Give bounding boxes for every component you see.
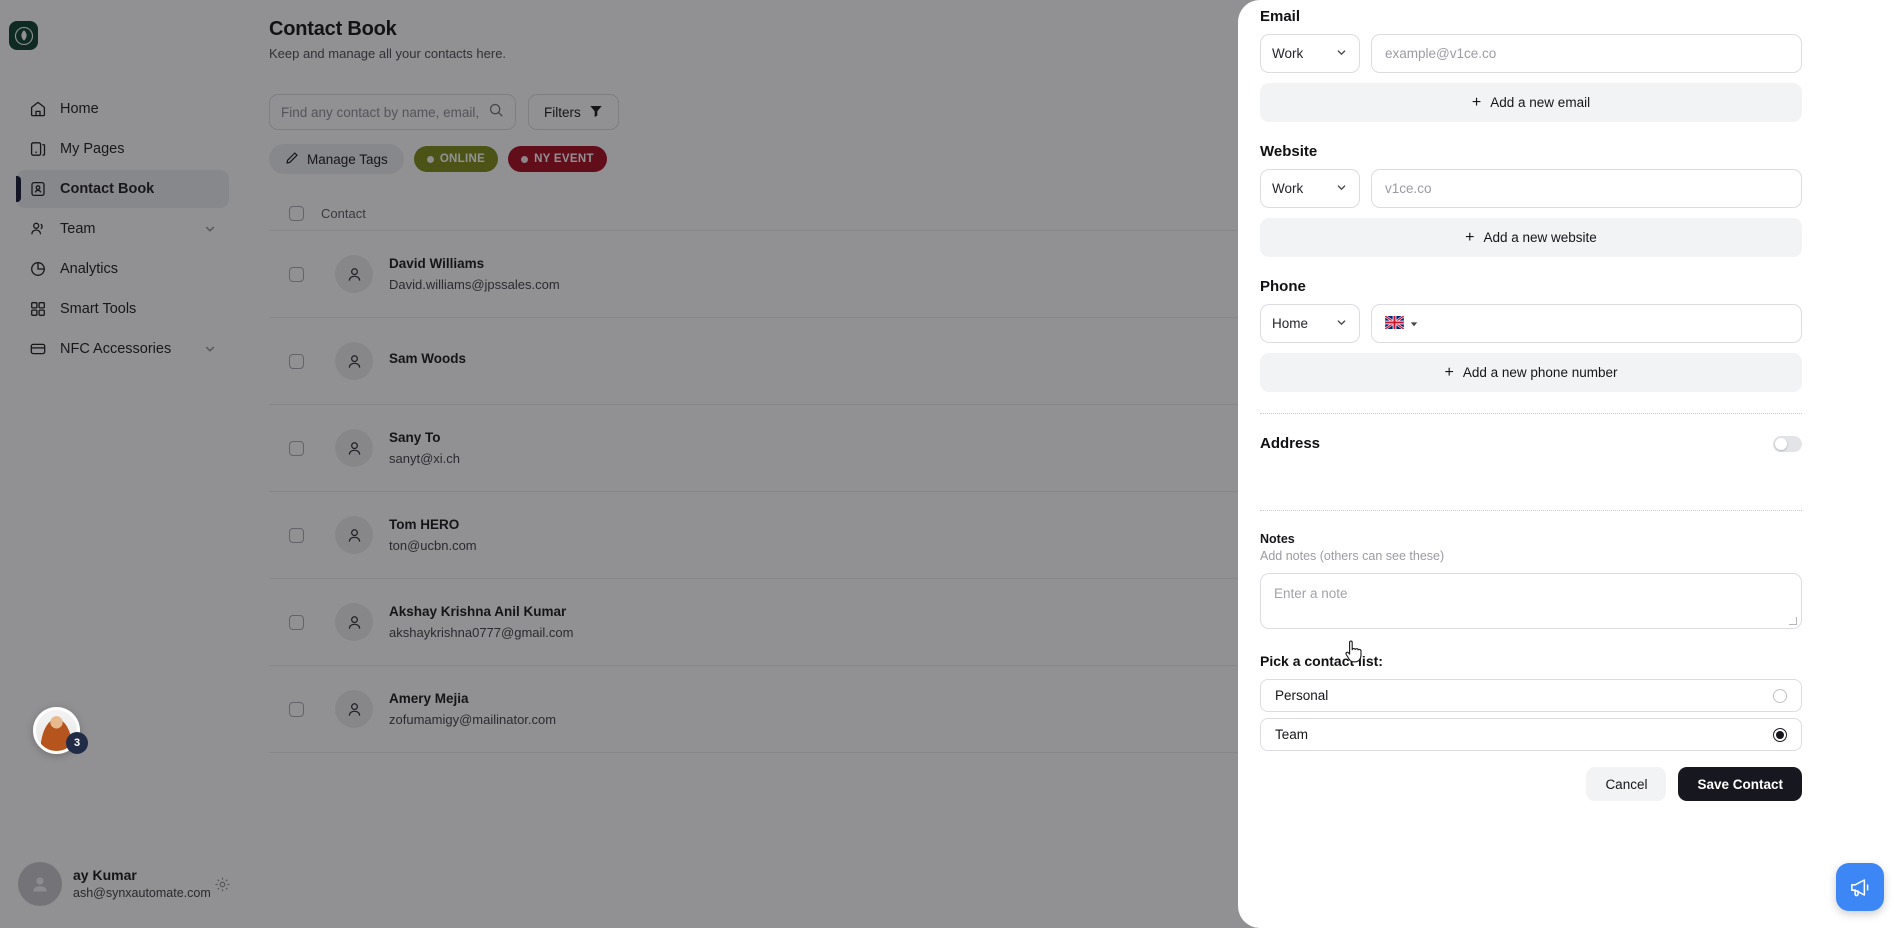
megaphone-icon[interactable] xyxy=(1836,863,1884,911)
add-new-website-button[interactable]: + Add a new website xyxy=(1260,218,1802,257)
add-new-phone-button[interactable]: + Add a new phone number xyxy=(1260,353,1802,392)
plus-icon: + xyxy=(1465,228,1475,246)
add-new-email-button[interactable]: + Add a new email xyxy=(1260,83,1802,122)
notification-badge[interactable]: 3 xyxy=(66,732,88,754)
add-contact-panel: Email Work example@v1ce.co + Add a new e… xyxy=(1238,0,1902,928)
phone-input[interactable] xyxy=(1371,304,1802,343)
caret-down-icon[interactable] xyxy=(1410,316,1418,331)
cancel-label: Cancel xyxy=(1605,776,1648,792)
notes-help-text: Add notes (others can see these) xyxy=(1260,549,1445,563)
website-field-row: Work v1ce.co xyxy=(1260,169,1802,208)
phone-field-row: Home xyxy=(1260,304,1802,343)
add-new-phone-label: Add a new phone number xyxy=(1462,365,1618,380)
website-type-value: Work xyxy=(1272,181,1304,196)
chevron-down-icon xyxy=(1335,181,1348,197)
add-new-email-label: Add a new email xyxy=(1490,95,1591,110)
notes-placeholder: Enter a note xyxy=(1274,586,1348,601)
email-type-value: Work xyxy=(1272,46,1304,61)
website-type-select[interactable]: Work xyxy=(1260,169,1360,208)
address-toggle[interactable] xyxy=(1773,435,1802,452)
website-input[interactable]: v1ce.co xyxy=(1371,169,1802,208)
address-section-label: Address xyxy=(1260,435,1321,452)
add-new-website-label: Add a new website xyxy=(1483,230,1597,245)
contact-list-label: Pick a contact list: xyxy=(1260,653,1383,669)
email-input[interactable]: example@v1ce.co xyxy=(1371,34,1802,73)
resize-handle-icon[interactable] xyxy=(1789,617,1797,625)
plus-icon: + xyxy=(1444,363,1454,381)
email-section-label: Email xyxy=(1260,8,1301,25)
gb-flag-icon[interactable] xyxy=(1384,314,1405,332)
address-section: Address xyxy=(1260,435,1802,452)
contact-list-option-personal[interactable]: Personal xyxy=(1260,679,1802,712)
contact-list-option-label: Personal xyxy=(1275,688,1329,703)
divider xyxy=(1260,413,1802,414)
email-field-row: Work example@v1ce.co xyxy=(1260,34,1802,73)
contact-list-option-label: Team xyxy=(1275,727,1309,742)
radio-button[interactable] xyxy=(1773,727,1787,742)
phone-type-value: Home xyxy=(1272,316,1309,331)
chevron-down-icon xyxy=(1335,316,1348,332)
email-placeholder: example@v1ce.co xyxy=(1385,46,1497,61)
panel-actions: Cancel Save Contact xyxy=(1260,767,1802,801)
website-placeholder: v1ce.co xyxy=(1385,181,1432,196)
contact-list-option-team[interactable]: Team xyxy=(1260,718,1802,751)
cancel-button[interactable]: Cancel xyxy=(1586,767,1667,801)
app-root: Home My Pages Contact Book Team Analytic… xyxy=(0,0,1902,928)
plus-icon: + xyxy=(1471,93,1482,111)
notes-label: Notes xyxy=(1260,532,1295,546)
email-type-select[interactable]: Work xyxy=(1260,34,1360,73)
notes-textarea[interactable]: Enter a note xyxy=(1260,573,1802,629)
chevron-down-icon xyxy=(1335,46,1348,62)
divider xyxy=(1260,510,1802,511)
website-section-label: Website xyxy=(1260,143,1318,160)
save-contact-button[interactable]: Save Contact xyxy=(1678,767,1802,801)
radio-button[interactable] xyxy=(1773,688,1787,703)
phone-section-label: Phone xyxy=(1260,278,1306,295)
phone-type-select[interactable]: Home xyxy=(1260,304,1360,343)
save-label: Save Contact xyxy=(1697,776,1783,792)
